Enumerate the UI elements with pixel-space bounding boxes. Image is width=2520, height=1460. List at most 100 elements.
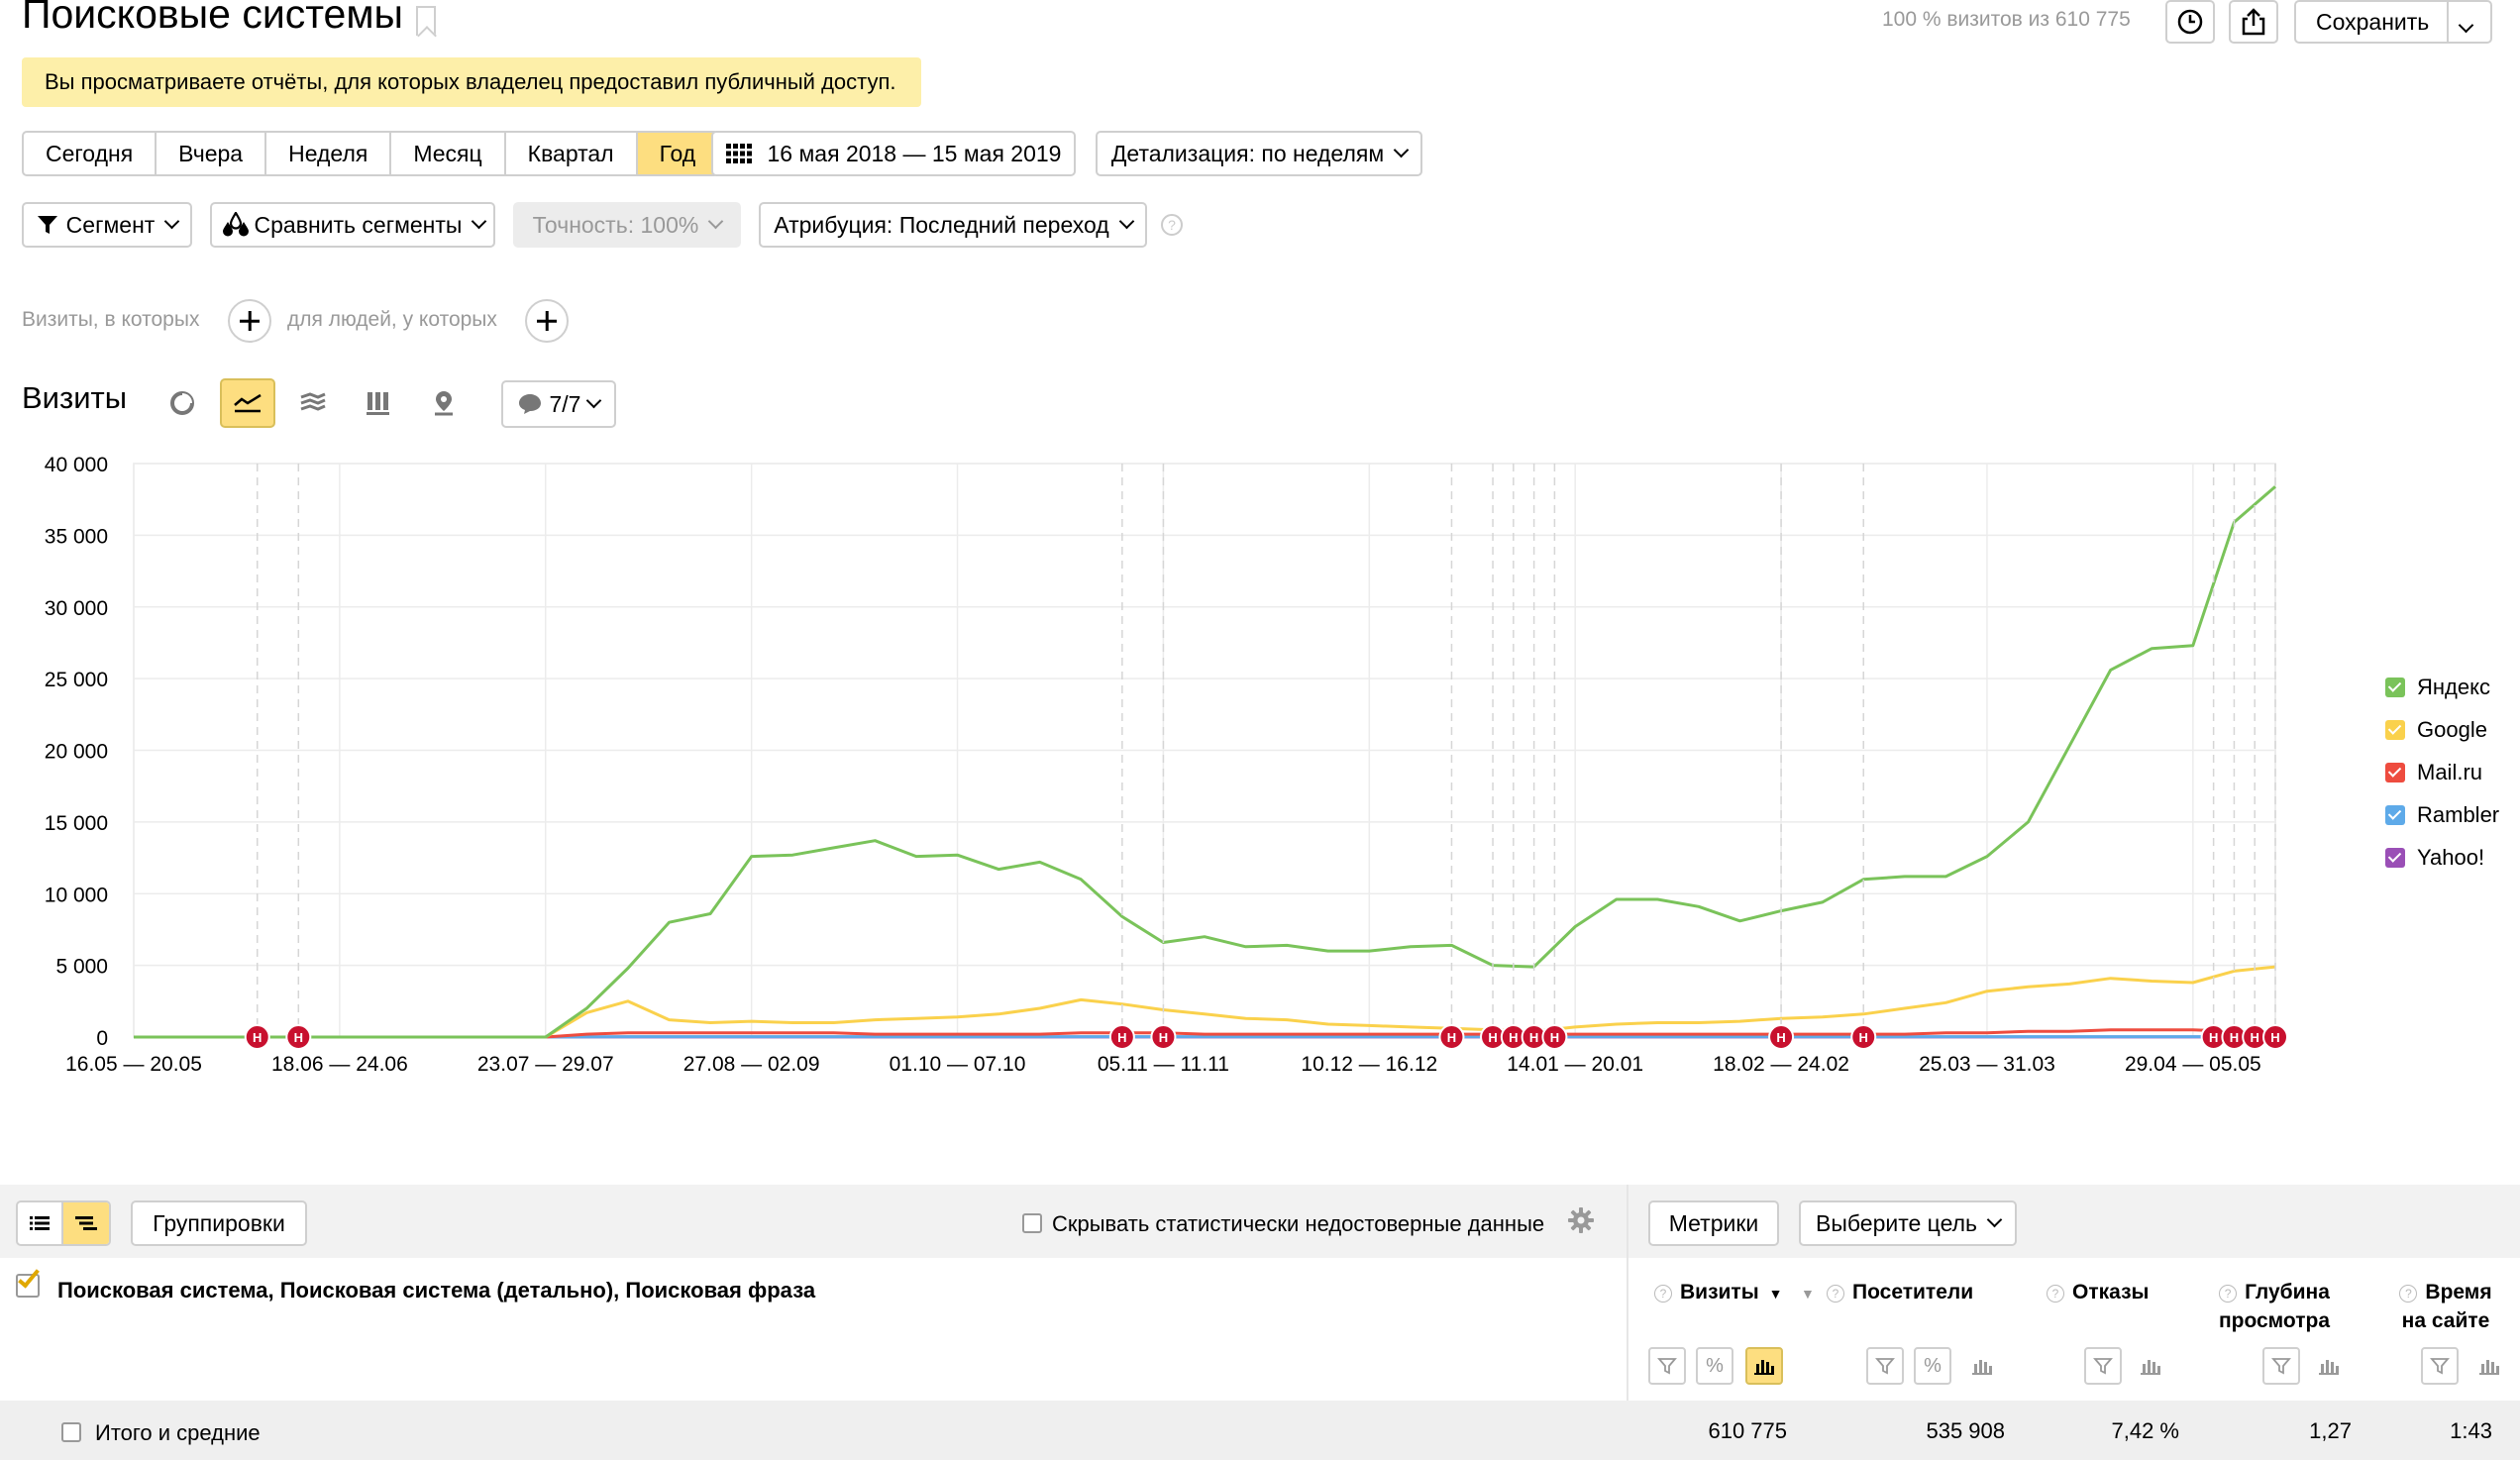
funnel-icon [1875,1358,1895,1375]
annotation-marker[interactable]: Н [1500,464,1526,1050]
column-bounces[interactable]: ? Отказы [2047,1278,2175,1306]
series-line-yandex[interactable] [134,485,2276,1039]
annotation-marker[interactable]: Н [2200,464,2227,1050]
comments-dropdown[interactable]: 7/7 [501,380,616,428]
filter-visits-button[interactable] [1648,1347,1686,1385]
help-icon[interactable]: ? [1827,1285,1844,1303]
annotation-label: Н [253,1030,262,1045]
period-year[interactable]: Год [637,133,718,174]
chart-type-map[interactable] [416,378,472,428]
period-quarter[interactable]: Квартал [506,133,638,174]
bar-depth-button[interactable] [2310,1347,2348,1385]
annotation-marker[interactable]: Н [2242,464,2268,1050]
annotation-marker[interactable]: Н [244,464,270,1050]
annotation-marker[interactable]: Н [1521,464,1547,1050]
column-time[interactable]: ? Время на сайте [2391,1278,2500,1335]
column-visitors-sort[interactable]: ▼ [1801,1278,1821,1308]
bar-chart-icon [2141,1360,2160,1375]
annotation-label: Н [1859,1030,1868,1045]
checkbox-checked-icon [2385,847,2405,868]
filter-time-button[interactable] [2421,1347,2459,1385]
legend-label: Yahoo! [2417,844,2485,870]
column-visits[interactable]: ? Визиты ▼ [1654,1278,1793,1308]
legend-item-rambler[interactable]: Rambler [2385,793,2499,836]
bar-visitors-button[interactable] [1963,1347,2001,1385]
annotation-marker[interactable]: Н [1438,464,1465,1050]
compare-segments-button[interactable]: Сравнить сегменты [210,202,495,248]
column-depth[interactable]: ? Глубина просмотра [2215,1278,2334,1335]
help-icon[interactable]: ? [2047,1285,2064,1303]
legend-item-google[interactable]: Google [2385,708,2499,751]
annotation-marker[interactable]: Н [1850,464,1877,1050]
hide-unreliable-checkbox[interactable] [1022,1213,1042,1233]
bar-chart-icon [1972,1360,1992,1375]
annotation-label: Н [1776,1030,1785,1045]
filter-visitors-button[interactable] [1866,1347,1904,1385]
line-chart-icon [234,393,262,413]
accuracy-label: Точность: 100% [532,211,699,238]
percent-visitors-button[interactable]: % [1914,1347,1951,1385]
chart-type-area[interactable] [285,378,341,428]
chart-type-pie[interactable] [155,378,210,428]
metrics-button[interactable]: Метрики [1648,1200,1779,1246]
detail-dropdown[interactable]: Детализация: по неделям [1096,131,1422,176]
view-list-button[interactable] [18,1202,63,1244]
help-icon[interactable]: ? [1654,1285,1672,1303]
column-depth-label-2: просмотра [2218,1309,2331,1332]
groupings-label: Группировки [153,1209,285,1236]
save-button[interactable]: Сохранить [2294,0,2492,44]
export-button[interactable] [2229,0,2278,44]
add-visit-condition-button[interactable] [228,299,271,343]
groupings-button[interactable]: Группировки [131,1200,307,1246]
dimension-checkbox[interactable] [16,1265,40,1298]
view-tree-button[interactable] [63,1202,109,1244]
visits-share: 100 % визитов из 610 775 [1882,8,2131,31]
legend-item-mailru[interactable]: Mail.ru [2385,751,2499,793]
chart-type-bar[interactable] [351,378,406,428]
goal-label: Выберите цель [1815,1209,1978,1236]
bar-bounces-button[interactable] [2132,1347,2169,1385]
filter-bounces-button[interactable] [2084,1347,2122,1385]
page-title: Поисковые системы [22,0,403,37]
period-yesterday[interactable]: Вчера [157,133,267,174]
filter-depth-button[interactable] [2262,1347,2300,1385]
gear-icon[interactable] [1567,1206,1595,1234]
accuracy-dropdown[interactable]: Точность: 100% [513,202,741,248]
help-icon[interactable]: ? [2399,1285,2418,1303]
bar-time-button[interactable] [2470,1347,2508,1385]
series-line-google[interactable] [134,965,2276,1039]
funnel-icon [1657,1358,1677,1375]
annotation-marker[interactable]: Н [1541,464,1568,1050]
x-tick-label: 14.01 — 20.01 [1507,1053,1643,1076]
annotation-label: Н [2209,1030,2218,1045]
column-time-label-2: на сайте [2401,1309,2490,1332]
legend-item-yandex[interactable]: Яндекс [2385,666,2499,708]
help-icon[interactable]: ? [1161,214,1183,236]
visits-filter-label: Визиты, в которых [22,308,200,331]
help-icon[interactable]: ? [2219,1285,2238,1303]
totals-checkbox[interactable] [61,1422,81,1442]
date-range-picker[interactable]: 16 мая 2018 — 15 мая 2019 [711,131,1076,176]
bar-visits-button[interactable] [1745,1347,1783,1385]
period-today[interactable]: Сегодня [24,133,158,174]
history-button[interactable] [2165,0,2215,44]
column-visitors[interactable]: ? Посетители [1827,1278,2005,1306]
segment-button[interactable]: Сегмент [22,202,192,248]
annotation-marker[interactable]: Н [285,464,312,1050]
annotation-marker[interactable]: Н [1108,464,1135,1050]
add-people-condition-button[interactable] [525,299,569,343]
bar-chart-icon [367,392,389,415]
attribution-dropdown[interactable]: Атрибуция: Последний переход [759,202,1147,248]
funnel-icon [2271,1358,2291,1375]
bookmark-icon[interactable] [416,6,436,36]
x-tick-label: 18.02 — 24.02 [1713,1053,1849,1076]
chart-type-line[interactable] [220,378,275,428]
people-filter-label: для людей, у которых [287,308,497,331]
annotation-label: Н [2270,1030,2279,1045]
period-week[interactable]: Неделя [266,133,392,174]
legend-item-yahoo[interactable]: Yahoo! [2385,836,2499,879]
period-month[interactable]: Месяц [391,133,506,174]
percent-visits-button[interactable]: % [1696,1347,1733,1385]
chevron-down-icon[interactable] [2458,17,2474,34]
goal-dropdown[interactable]: Выберите цель [1799,1200,2017,1246]
